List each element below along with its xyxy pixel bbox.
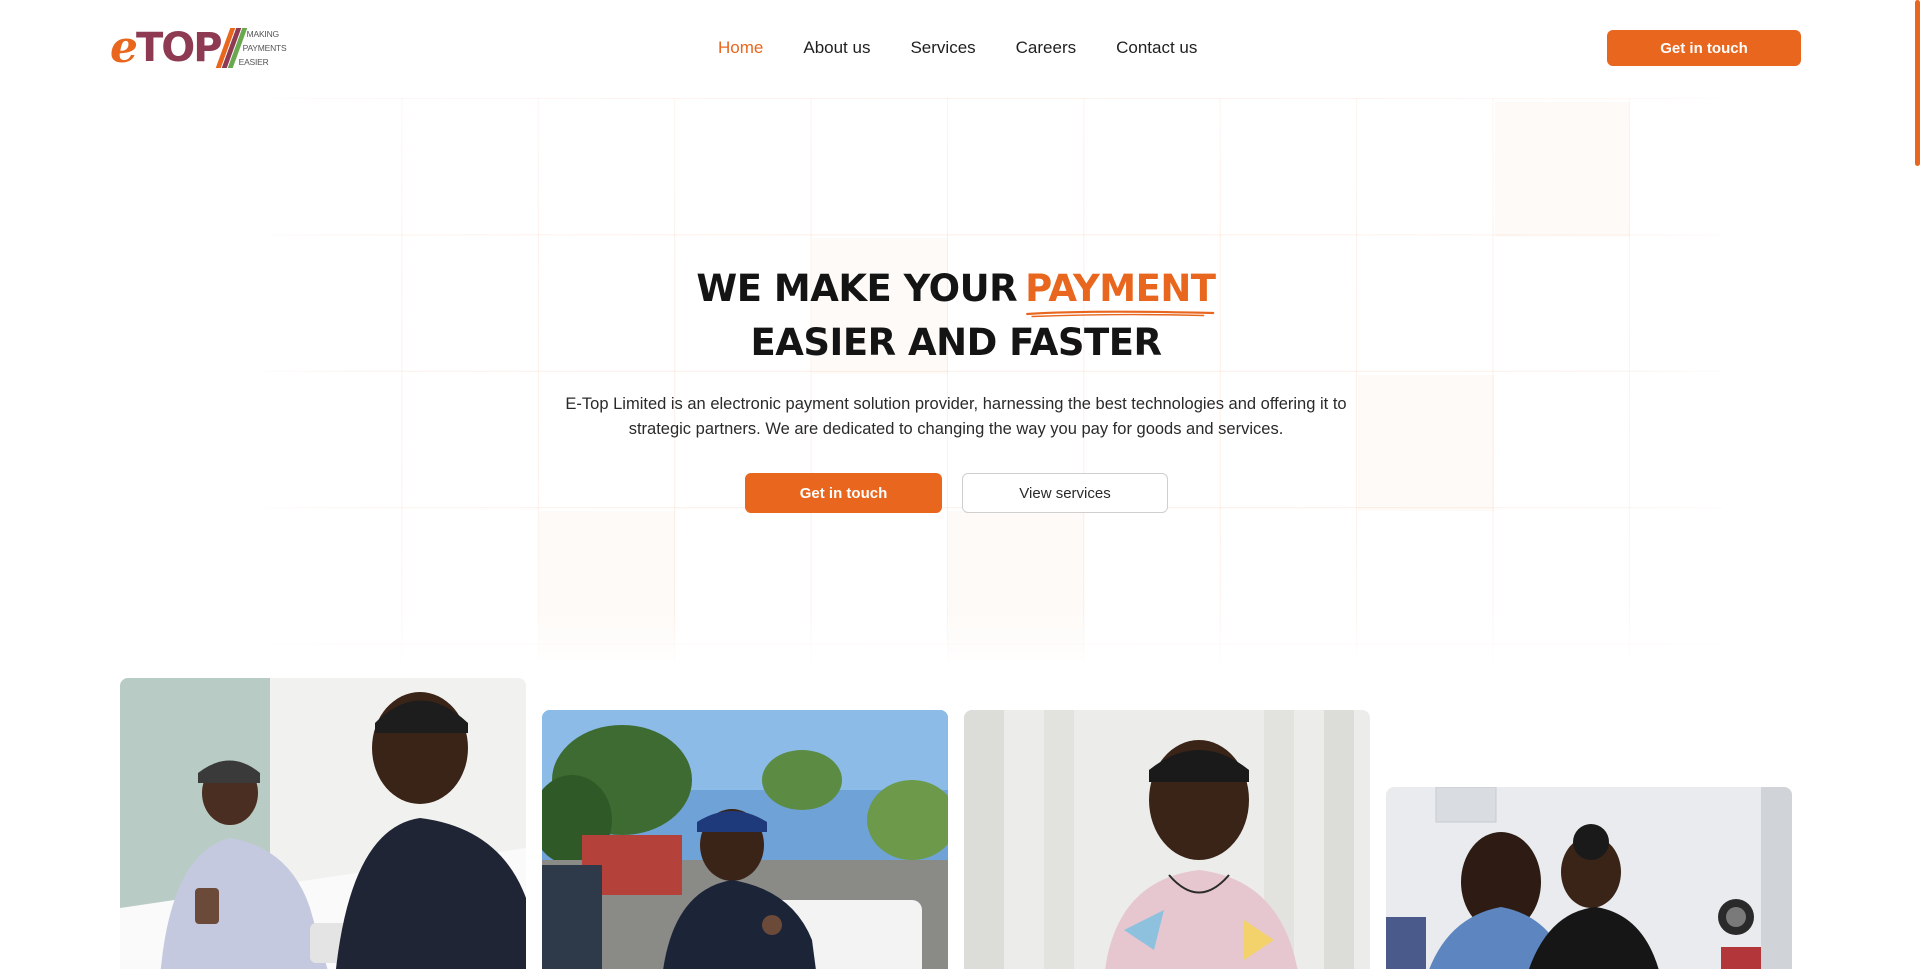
logo-wordmark: TOP: [136, 25, 223, 71]
hero-title-accent-text: PAYMENT: [1025, 267, 1216, 310]
gallery-photo-desk: [1386, 787, 1792, 969]
logo-tagline-line: PAYMENTS: [242, 43, 287, 53]
hero-fade: [255, 98, 335, 664]
nav-item-services[interactable]: Services: [910, 36, 975, 60]
logo-tagline-line: MAKING: [246, 29, 280, 39]
page-scrollbar[interactable]: [1915, 0, 1920, 166]
hero-get-in-touch-button[interactable]: Get in touch: [745, 473, 942, 513]
main-nav: Home About us Services Careers Contact u…: [718, 36, 1197, 60]
etop-logo[interactable]: e TOP MAKING PAYMENTS EASIER: [110, 22, 287, 73]
gallery-photo-rider: [542, 710, 948, 969]
hero-title-accent: PAYMENT: [1025, 262, 1216, 318]
hero-title: WE MAKE YOUR PAYMENT EASIER AND FASTER: [560, 262, 1352, 370]
hero-title-prefix: WE MAKE YOUR: [696, 267, 1018, 310]
hero-description: E-Top Limited is an electronic payment s…: [565, 395, 1347, 438]
nav-item-contact-us[interactable]: Contact us: [1116, 36, 1197, 60]
brush-underline-icon: [1026, 310, 1215, 318]
hero-fade: [1650, 98, 1740, 664]
hero-grid-tile: [1495, 102, 1630, 237]
site-header: e TOP MAKING PAYMENTS EASIER Home About …: [0, 0, 1920, 96]
logo-e-letter: e: [110, 22, 138, 73]
header-get-in-touch-button[interactable]: Get in touch: [1607, 30, 1801, 66]
view-services-button[interactable]: View services: [962, 473, 1168, 513]
logo-tagline-line: EASIER: [238, 57, 269, 67]
nav-item-about-us[interactable]: About us: [803, 36, 870, 60]
nav-item-home[interactable]: Home: [718, 36, 763, 60]
hero-title-line2: EASIER AND FASTER: [750, 321, 1162, 364]
hero-grid-tile: [1358, 375, 1494, 511]
gallery-photo-counter: [120, 678, 526, 969]
nav-item-careers[interactable]: Careers: [1016, 36, 1076, 60]
gallery-photo-woman: [964, 710, 1370, 969]
hero-fade: [255, 610, 1745, 670]
